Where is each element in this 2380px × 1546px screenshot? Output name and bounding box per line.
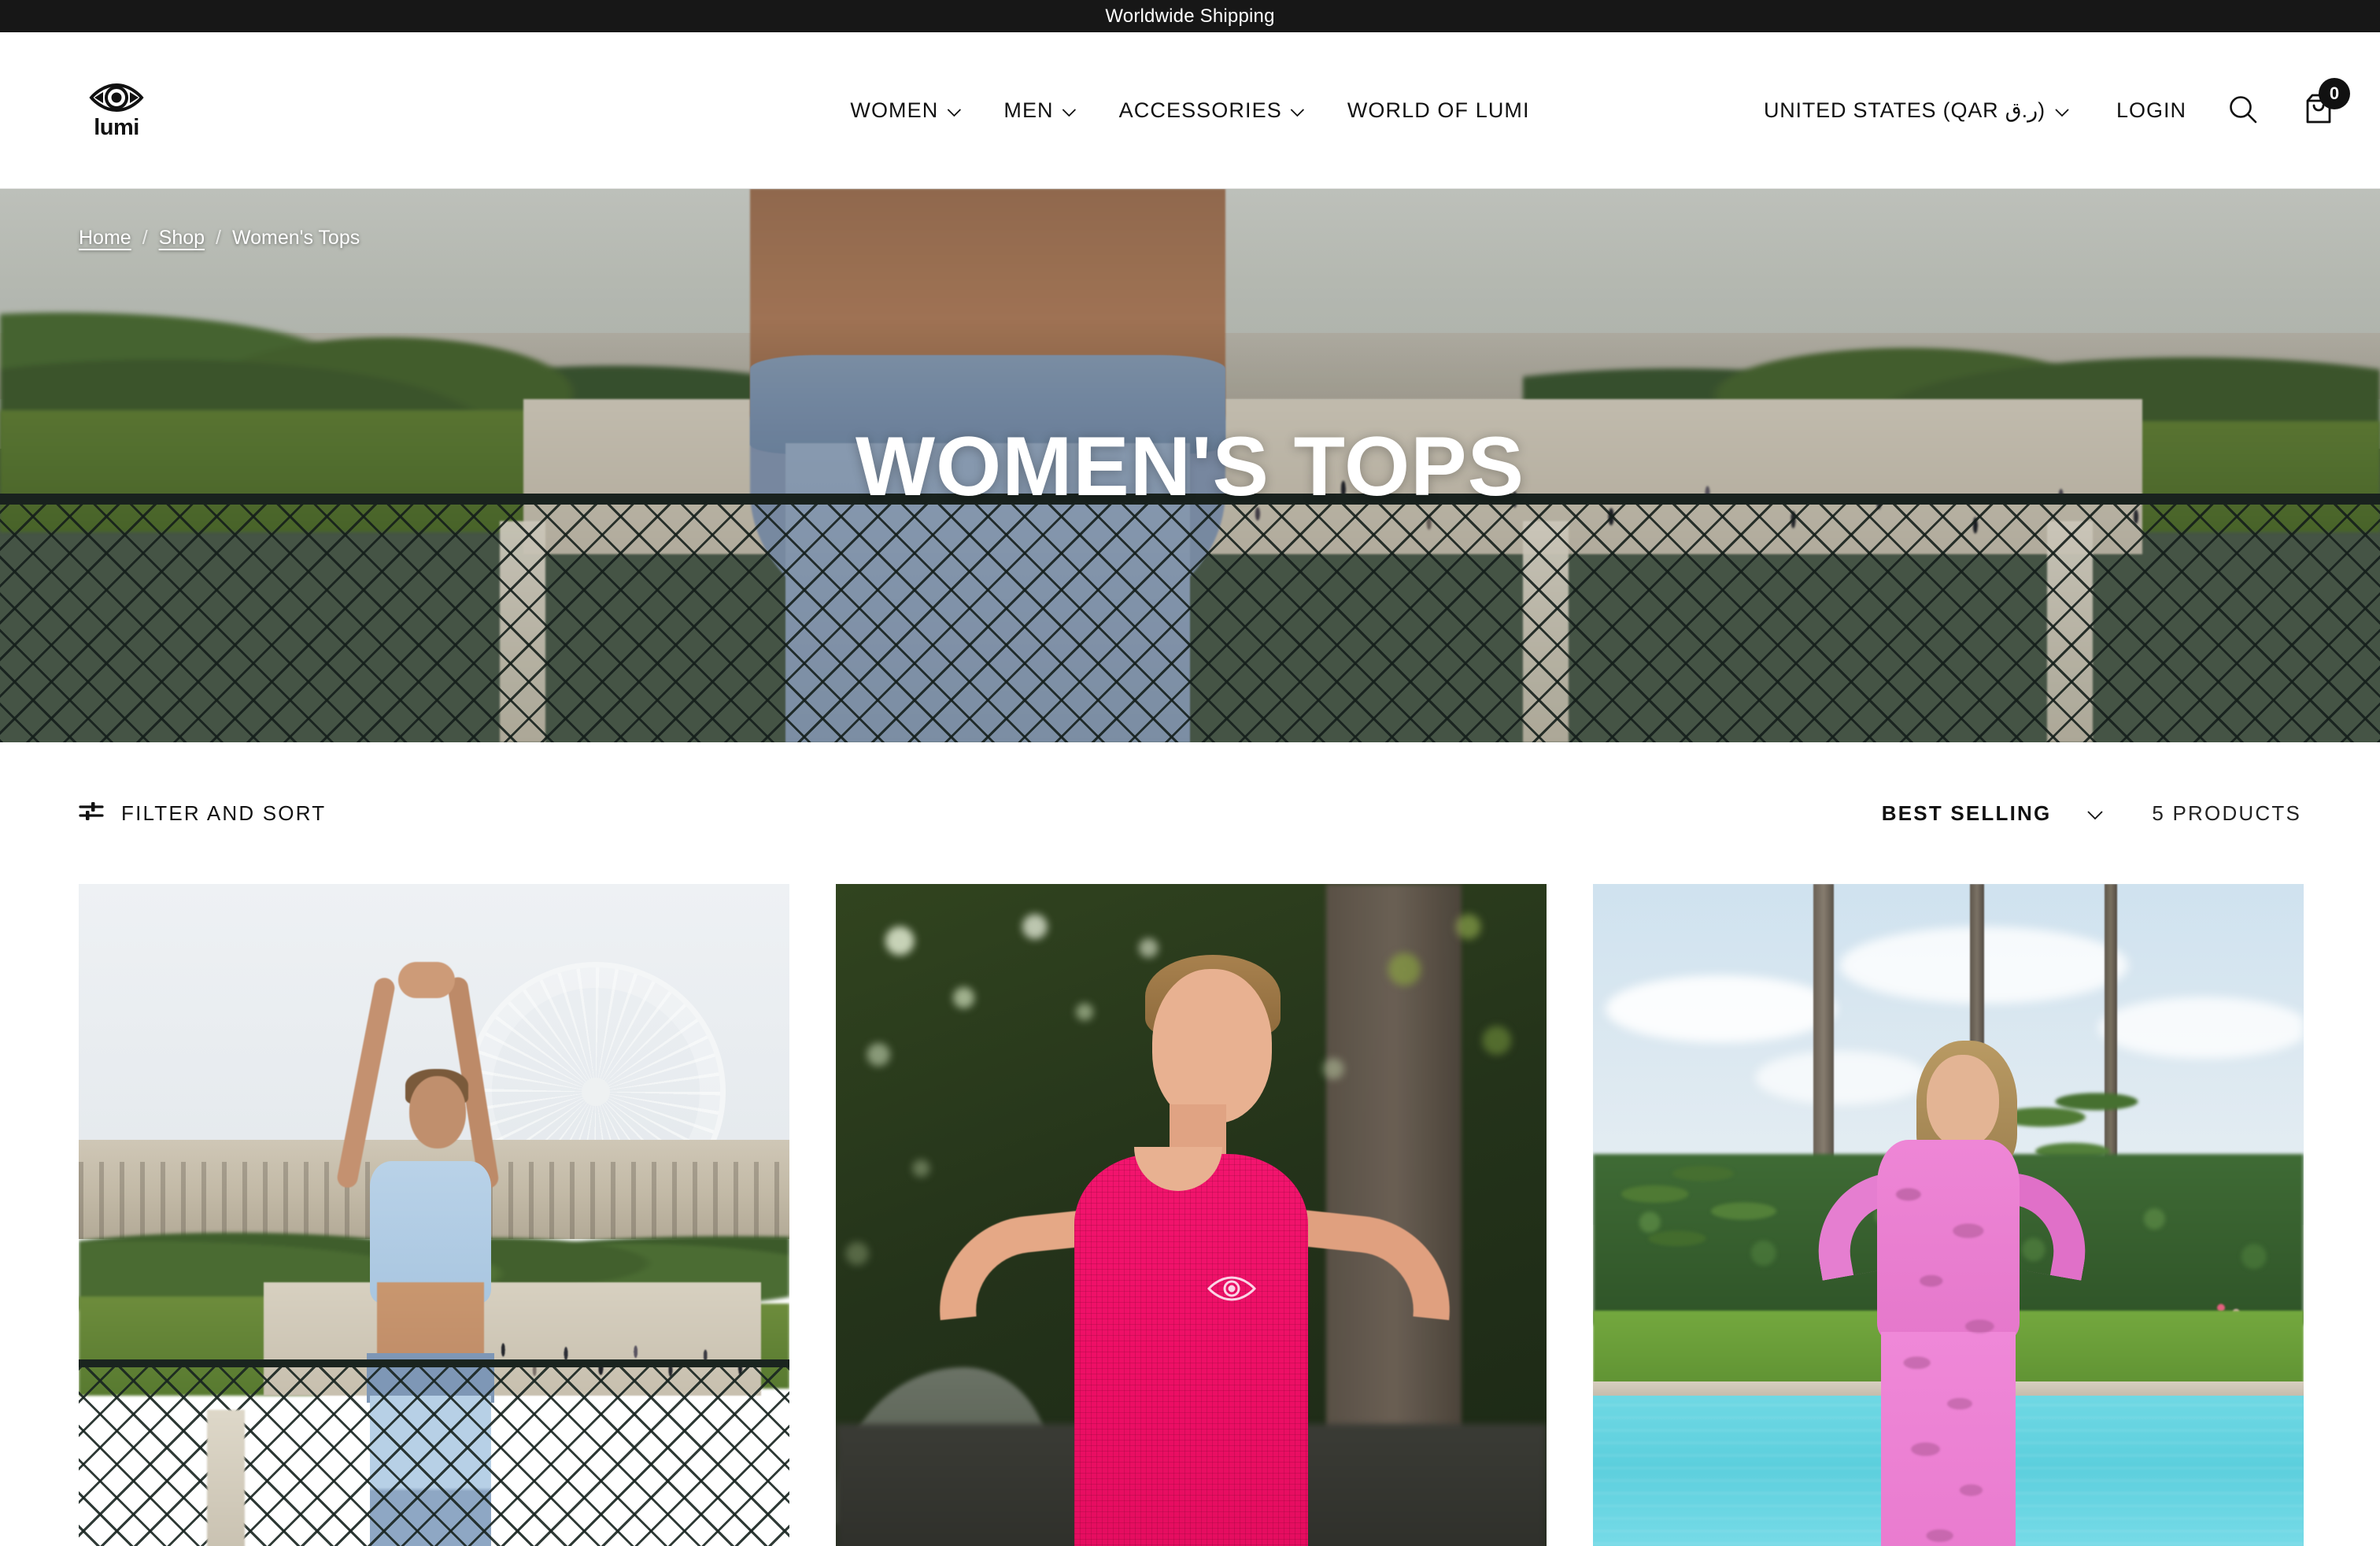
product-logo-eye-icon <box>1206 1275 1258 1302</box>
announcement-text: Worldwide Shipping <box>1105 5 1275 27</box>
nav-item-women[interactable]: WOMEN <box>850 98 961 123</box>
nav-item-world-of-lumi[interactable]: WORLD OF LUMI <box>1347 98 1530 123</box>
chevron-down-icon <box>2087 801 2104 826</box>
sort-dropdown[interactable]: BEST SELLING <box>1882 801 2104 826</box>
eye-icon <box>87 82 146 113</box>
product-image <box>79 884 789 1546</box>
site-header: lumi WOMEN MEN ACCESSORIES WORLD OF LUMI… <box>0 32 2380 189</box>
breadcrumb: Home / Shop / Women's Tops <box>79 227 360 250</box>
filter-and-sort-label: FILTER AND SORT <box>121 801 327 825</box>
nav-label: WORLD OF LUMI <box>1347 98 1530 122</box>
filter-and-sort-button[interactable]: FILTER AND SORT <box>79 800 326 827</box>
country-selector[interactable]: UNITED STATES (QAR ر.ق) <box>1764 98 2069 123</box>
chevron-down-icon <box>1062 98 1077 123</box>
product-card[interactable] <box>79 884 789 1546</box>
announcement-bar: Worldwide Shipping <box>0 0 2380 32</box>
nav-label: ACCESSORIES <box>1118 98 1282 122</box>
page-title: WOMEN'S TOPS <box>856 418 1524 513</box>
breadcrumb-item-home[interactable]: Home <box>79 227 131 250</box>
product-card[interactable] <box>1593 884 2304 1546</box>
product-image <box>836 884 1547 1546</box>
login-link[interactable]: LOGIN <box>2116 98 2186 123</box>
logo-wordmark: lumi <box>94 114 139 140</box>
nav-item-accessories[interactable]: ACCESSORIES <box>1119 98 1305 123</box>
sliders-icon <box>79 800 104 827</box>
breadcrumb-item-current: Women's Tops <box>231 227 360 249</box>
sort-value: BEST SELLING <box>1881 801 2052 825</box>
breadcrumb-separator: / <box>142 227 148 249</box>
nav-label: MEN <box>1003 98 1054 122</box>
toolbar-right-group: BEST SELLING 5 PRODUCTS <box>1882 801 2301 826</box>
breadcrumb-item-shop[interactable]: Shop <box>159 227 205 250</box>
chevron-down-icon <box>947 98 961 123</box>
product-grid <box>0 884 2380 1546</box>
nav-item-men[interactable]: MEN <box>1003 98 1077 123</box>
main-navigation: WOMEN MEN ACCESSORIES WORLD OF LUMI <box>850 98 1529 123</box>
logo-link[interactable]: lumi <box>79 82 154 139</box>
chevron-down-icon <box>1291 98 1305 123</box>
header-actions: UNITED STATES (QAR ر.ق) LOGIN 0 <box>1764 77 2350 131</box>
country-label: UNITED STATES (QAR ر.ق) <box>1763 98 2046 122</box>
cart-count-badge: 0 <box>2319 77 2350 109</box>
breadcrumb-separator: / <box>216 227 221 249</box>
product-count: 5 PRODUCTS <box>2152 801 2301 825</box>
nav-label: WOMEN <box>850 98 939 122</box>
product-image <box>1593 884 2304 1546</box>
search-icon <box>2227 94 2259 128</box>
hero-banner: Home / Shop / Women's Tops WOMEN'S TOPS <box>0 189 2380 742</box>
collection-toolbar: FILTER AND SORT BEST SELLING 5 PRODUCTS <box>0 742 2380 884</box>
cart-button[interactable]: 0 <box>2301 77 2350 131</box>
search-button[interactable] <box>2227 94 2259 128</box>
chevron-down-icon <box>2055 98 2069 123</box>
product-card[interactable] <box>836 884 1547 1546</box>
